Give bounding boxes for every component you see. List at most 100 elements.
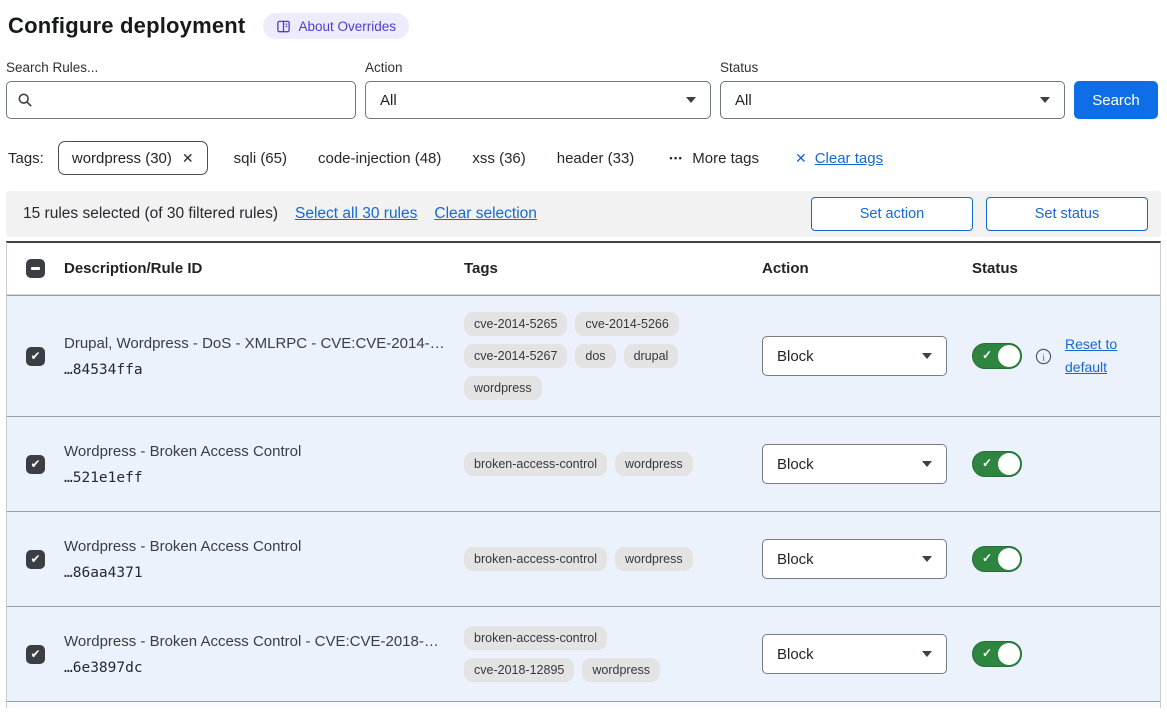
selected-tag-wordpress[interactable]: wordpress (30) ✕ bbox=[58, 141, 208, 175]
action-value: Block bbox=[777, 456, 814, 473]
tag-pill: cve-2014-5265 bbox=[464, 312, 567, 336]
status-toggle[interactable]: ✓ bbox=[972, 343, 1022, 369]
tag-pill: drupal bbox=[624, 344, 679, 368]
action-label: Action bbox=[365, 60, 711, 75]
action-cell: Block bbox=[762, 634, 972, 674]
check-icon: ✔ bbox=[30, 648, 40, 660]
row-checkbox[interactable]: ✔ bbox=[26, 347, 45, 366]
rule-description: Wordpress - Broken Access Control - CVE:… bbox=[64, 633, 464, 650]
tag-pill: cve-2018-12895 bbox=[464, 658, 574, 682]
action-select[interactable]: Block bbox=[762, 539, 947, 579]
check-icon: ✔ bbox=[30, 350, 40, 362]
toggle-knob bbox=[998, 453, 1020, 475]
info-icon[interactable]: i bbox=[1035, 348, 1052, 365]
next-row-sliver bbox=[7, 701, 1160, 708]
remove-tag-icon[interactable]: ✕ bbox=[182, 150, 194, 167]
tags-cell: broken-access-control wordpress bbox=[464, 547, 720, 571]
row-checkbox[interactable]: ✔ bbox=[26, 455, 45, 474]
status-filter-select[interactable]: All bbox=[720, 81, 1065, 119]
rule-id: …6e3897dc bbox=[64, 660, 464, 676]
action-field-group: Action All bbox=[365, 60, 711, 119]
tag-pill: cve-2014-5266 bbox=[575, 312, 678, 336]
select-all-link[interactable]: Select all 30 rules bbox=[295, 205, 417, 223]
description-cell: Wordpress - Broken Access Control …86aa4… bbox=[64, 538, 464, 581]
configure-deployment-page: Configure deployment About Overrides Sea… bbox=[0, 0, 1167, 718]
ellipsis-icon: ••• bbox=[669, 153, 683, 163]
toggle-knob bbox=[998, 643, 1020, 665]
action-select[interactable]: Block bbox=[762, 634, 947, 674]
chevron-down-icon bbox=[922, 461, 932, 467]
table-row: ✔ Wordpress - Broken Access Control …521… bbox=[7, 416, 1160, 511]
action-value: Block bbox=[777, 646, 814, 663]
search-button[interactable]: Search bbox=[1074, 81, 1158, 119]
status-field-group: Status All bbox=[720, 60, 1065, 119]
select-all-checkbox[interactable] bbox=[26, 259, 45, 278]
action-select[interactable]: Block bbox=[762, 336, 947, 376]
chevron-down-icon bbox=[922, 556, 932, 562]
description-cell: Wordpress - Broken Access Control …521e1… bbox=[64, 443, 464, 486]
tag-link-code-injection[interactable]: code-injection (48) bbox=[318, 150, 441, 167]
check-icon: ✓ bbox=[982, 456, 992, 470]
rule-description: Drupal, Wordpress - DoS - XMLRPC - CVE:C… bbox=[64, 335, 464, 352]
tag-link-xss[interactable]: xss (36) bbox=[472, 150, 525, 167]
status-filter-value: All bbox=[735, 92, 752, 109]
clear-tags-label: Clear tags bbox=[815, 150, 883, 167]
col-header-tags: Tags bbox=[464, 260, 762, 277]
action-value: Block bbox=[777, 348, 814, 365]
check-icon: ✓ bbox=[982, 348, 992, 362]
toggle-knob bbox=[998, 345, 1020, 367]
description-cell: Drupal, Wordpress - DoS - XMLRPC - CVE:C… bbox=[64, 335, 464, 378]
set-action-button[interactable]: Set action bbox=[811, 197, 973, 231]
selected-tag-label: wordpress (30) bbox=[72, 150, 172, 167]
page-header: Configure deployment About Overrides bbox=[6, 10, 1161, 42]
search-field-group: Search Rules... bbox=[6, 60, 356, 119]
tags-bar: Tags: wordpress (30) ✕ sqli (65) code-in… bbox=[6, 141, 1161, 175]
reset-to-default-link[interactable]: Reset to default bbox=[1065, 333, 1129, 379]
tag-pill: dos bbox=[575, 344, 615, 368]
more-tags-button[interactable]: ••• More tags bbox=[669, 150, 759, 167]
description-cell: Wordpress - Broken Access Control - CVE:… bbox=[64, 633, 464, 676]
action-cell: Block bbox=[762, 444, 972, 484]
tag-pill: wordpress bbox=[464, 376, 542, 400]
chevron-down-icon bbox=[686, 97, 696, 103]
action-cell: Block bbox=[762, 336, 972, 376]
clear-tags-button[interactable]: ✕ Clear tags bbox=[795, 150, 883, 167]
status-cell: ✓ bbox=[972, 546, 1160, 572]
action-cell: Block bbox=[762, 539, 972, 579]
row-checkbox[interactable]: ✔ bbox=[26, 550, 45, 569]
status-toggle[interactable]: ✓ bbox=[972, 641, 1022, 667]
about-overrides-badge[interactable]: About Overrides bbox=[263, 13, 409, 39]
table-row: ✔ Wordpress - Broken Access Control …86a… bbox=[7, 511, 1160, 606]
col-header-action: Action bbox=[762, 260, 972, 277]
chevron-down-icon bbox=[922, 651, 932, 657]
action-select[interactable]: Block bbox=[762, 444, 947, 484]
rule-description: Wordpress - Broken Access Control bbox=[64, 443, 464, 460]
tag-pill: cve-2014-5267 bbox=[464, 344, 567, 368]
tags-cell: broken-access-control cve-2018-12895 wor… bbox=[464, 626, 720, 682]
toggle-knob bbox=[998, 548, 1020, 570]
status-toggle[interactable]: ✓ bbox=[972, 451, 1022, 477]
table-header-row: Description/Rule ID Tags Action Status bbox=[7, 243, 1160, 295]
chevron-down-icon bbox=[1040, 97, 1050, 103]
action-filter-select[interactable]: All bbox=[365, 81, 711, 119]
action-filter-value: All bbox=[380, 92, 397, 109]
table-row: ✔ Wordpress - Broken Access Control - CV… bbox=[7, 606, 1160, 701]
tag-link-header[interactable]: header (33) bbox=[557, 150, 635, 167]
set-status-button[interactable]: Set status bbox=[986, 197, 1148, 231]
search-input[interactable] bbox=[41, 82, 345, 118]
tag-link-sqli[interactable]: sqli (65) bbox=[234, 150, 287, 167]
check-icon: ✔ bbox=[30, 553, 40, 565]
tag-pill: wordpress bbox=[615, 452, 693, 476]
more-tags-label: More tags bbox=[692, 150, 759, 167]
check-icon: ✓ bbox=[982, 646, 992, 660]
search-box bbox=[6, 81, 356, 119]
tag-pill: broken-access-control bbox=[464, 452, 607, 476]
x-icon: ✕ bbox=[795, 150, 807, 167]
tags-cell: broken-access-control wordpress bbox=[464, 452, 720, 476]
row-checkbox[interactable]: ✔ bbox=[26, 645, 45, 664]
filters-row: Search Rules... Action All Status All bbox=[6, 60, 1161, 119]
svg-text:i: i bbox=[1042, 353, 1045, 363]
tags-cell: cve-2014-5265 cve-2014-5266 cve-2014-526… bbox=[464, 312, 720, 400]
status-toggle[interactable]: ✓ bbox=[972, 546, 1022, 572]
clear-selection-link[interactable]: Clear selection bbox=[434, 205, 537, 223]
